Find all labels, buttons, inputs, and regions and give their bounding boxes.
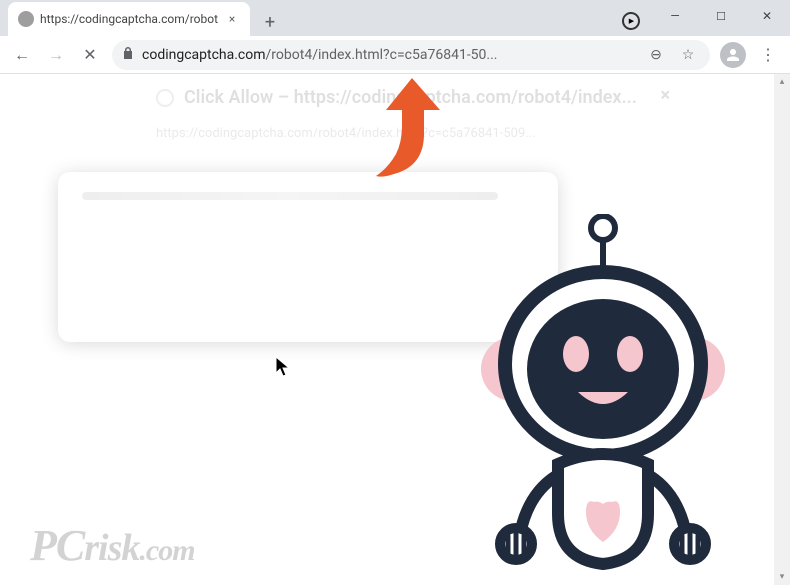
window-controls	[652, 0, 790, 32]
menu-button[interactable]: ⋮	[752, 45, 784, 64]
robot-illustration	[458, 214, 748, 574]
page-content: Click Allow – https://codingcaptcha.com/…	[0, 74, 790, 585]
ghost-close-icon: ×	[660, 85, 670, 106]
new-tab-button[interactable]: +	[256, 8, 284, 36]
bookmark-star-icon[interactable]: ☆	[676, 47, 700, 63]
forward-button[interactable]: →	[40, 39, 72, 71]
back-button[interactable]: ←	[6, 39, 38, 71]
watermark: PCrisk.com	[30, 520, 195, 571]
browser-tab[interactable]: https://codingcaptcha.com/robot ×	[8, 2, 250, 36]
scroll-up-icon[interactable]: ▴	[774, 74, 790, 90]
watermark-risk: risk	[84, 527, 139, 569]
globe-icon	[156, 89, 174, 107]
watermark-pc: PC	[30, 521, 84, 570]
tab-close-button[interactable]: ×	[224, 11, 240, 27]
scroll-down-icon[interactable]: ▾	[774, 569, 790, 585]
tabstrip-right	[622, 6, 640, 36]
profile-avatar[interactable]	[720, 42, 746, 68]
arrow-annotation	[370, 76, 460, 190]
url-domain: codingcaptcha.com	[142, 47, 266, 63]
lock-icon	[122, 46, 134, 63]
window-close-button[interactable]	[744, 0, 790, 32]
media-control-icon[interactable]	[622, 12, 640, 30]
placeholder-line	[82, 192, 498, 200]
stop-button[interactable]: ✕	[74, 39, 106, 71]
zoom-icon[interactable]: ⊖	[644, 47, 668, 63]
mouse-cursor-icon	[275, 356, 291, 383]
url-path: /robot4/index.html?c=c5a76841-50...	[266, 47, 498, 63]
tab-title: https://codingcaptcha.com/robot	[40, 12, 218, 26]
vertical-scrollbar[interactable]: ▴ ▾	[774, 74, 790, 585]
url-text: codingcaptcha.com/robot4/index.html?c=c5…	[142, 47, 636, 63]
watermark-com: .com	[139, 534, 194, 567]
address-bar[interactable]: codingcaptcha.com/robot4/index.html?c=c5…	[112, 40, 710, 70]
minimize-button[interactable]	[652, 0, 698, 32]
maximize-button[interactable]	[698, 0, 744, 32]
tab-favicon	[18, 11, 34, 27]
toolbar: ← → ✕ codingcaptcha.com/robot4/index.htm…	[0, 36, 790, 74]
